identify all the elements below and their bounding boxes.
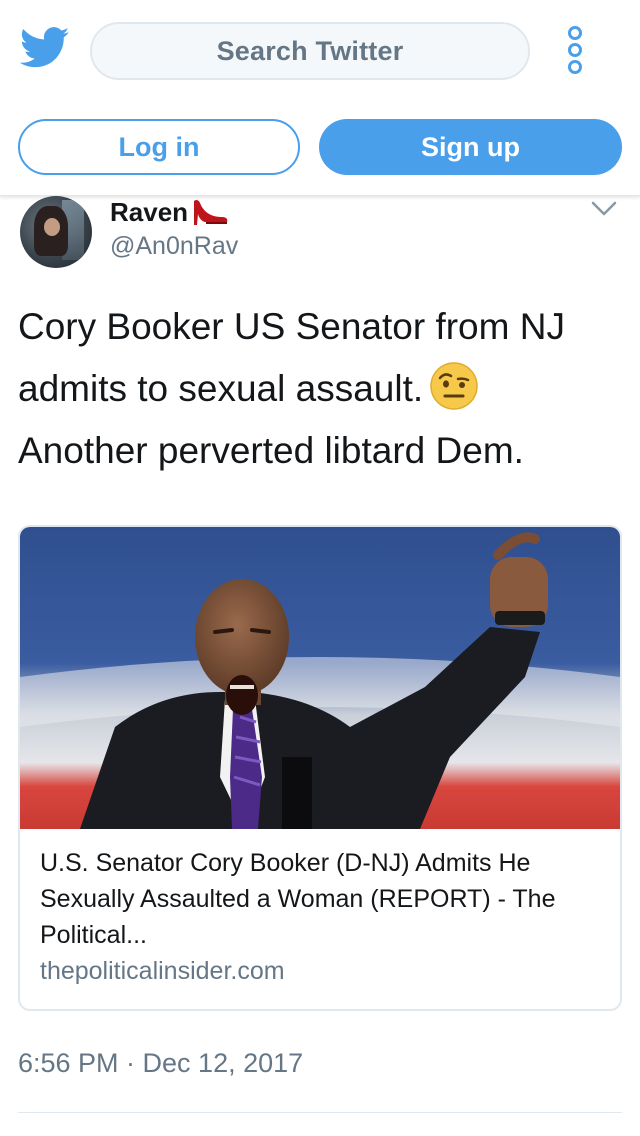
- tweet-text: Cory Booker US Senator from NJ admits to…: [18, 296, 622, 482]
- display-name[interactable]: Raven: [110, 197, 188, 228]
- top-bar: Search Twitter Log in Sign up: [0, 0, 640, 196]
- signup-button[interactable]: Sign up: [319, 119, 622, 175]
- author-name-row[interactable]: Raven: [110, 196, 230, 228]
- more-options-button[interactable]: [563, 26, 587, 76]
- handle[interactable]: @An0nRav: [110, 232, 238, 261]
- chevron-down-icon[interactable]: [591, 200, 617, 218]
- search-placeholder: Search Twitter: [216, 35, 404, 66]
- link-card[interactable]: U.S. Senator Cory Booker (D-NJ) Admits H…: [18, 525, 622, 1011]
- login-button[interactable]: Log in: [18, 119, 300, 175]
- tweet-timestamp[interactable]: 6:56 PM · Dec 12, 2017: [18, 1048, 303, 1079]
- search-input[interactable]: Search Twitter: [90, 22, 530, 80]
- tweet-text-line: Another perverted libtard Dem.: [18, 430, 524, 471]
- tweet-text-line: admits to sexual assault.: [18, 368, 424, 409]
- card-domain[interactable]: thepoliticalinsider.com: [40, 953, 610, 989]
- tweet-text-line: Cory Booker US Senator from NJ: [18, 306, 565, 347]
- raised-eyebrow-emoji: [430, 362, 478, 410]
- signup-button-label: Sign up: [421, 131, 520, 162]
- card-image[interactable]: [20, 527, 620, 829]
- high-heel-icon: [194, 199, 228, 225]
- avatar[interactable]: [20, 196, 92, 268]
- divider: [18, 1112, 622, 1113]
- twitter-bird-icon[interactable]: [20, 26, 70, 70]
- login-button-label: Log in: [118, 131, 200, 162]
- vertical-dots-icon: [568, 26, 582, 40]
- card-title[interactable]: U.S. Senator Cory Booker (D-NJ) Admits H…: [40, 845, 610, 953]
